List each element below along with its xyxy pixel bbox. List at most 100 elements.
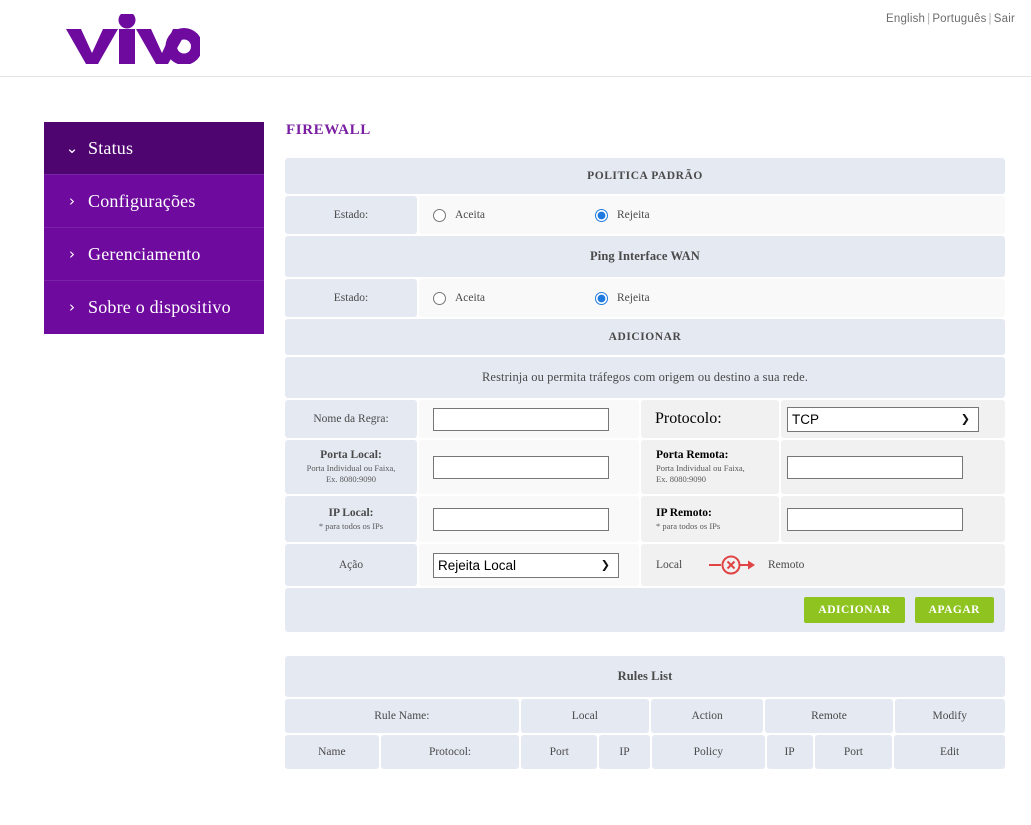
sidebar-item-label-sobre: Sobre o dispositivo [88, 297, 231, 318]
sidebar-item-gerenciamento[interactable]: › Gerenciamento [44, 228, 264, 281]
remote-ip-hint: * para todos os IPs [656, 521, 720, 532]
remote-ip-field-cell [781, 496, 1005, 542]
sidebar-item-label-gerenciamento: Gerenciamento [88, 244, 201, 265]
action-flow-illustration: Local Remoto [656, 554, 838, 576]
default-policy-row: Estado: Aceita Rejeita [285, 196, 1005, 234]
sidebar-item-configuracoes[interactable]: › Configurações [44, 175, 264, 228]
default-policy-reject-label: Rejeita [617, 209, 650, 221]
ping-wan-reject-option[interactable]: Rejeita [595, 292, 650, 305]
ping-wan-banner: Ping Interface WAN [285, 236, 1005, 277]
default-policy-banner: POLITICA PADRÃO [285, 158, 1005, 194]
rules-list-banner: Rules List [285, 656, 1005, 697]
action-field-cell: Rejeita Local ❯ [419, 544, 639, 586]
local-ip-label-cell: IP Local: * para todos os IPs [285, 496, 417, 542]
rules-col-edit: Edit [894, 735, 1005, 769]
local-port-hint-1: Porta Individual ou Faixa, [307, 463, 396, 474]
ping-wan-state-label: Estado: [285, 279, 417, 317]
rules-col-local-port: Port [521, 735, 597, 769]
rules-col-remote-port: Port [815, 735, 893, 769]
vivo-logo [64, 14, 200, 64]
rules-col-remote-ip: IP [767, 735, 813, 769]
local-port-label-cell: Porta Local: Porta Individual ou Faixa, … [285, 440, 417, 494]
delete-button[interactable]: APAGAR [915, 597, 994, 623]
local-ip-field-cell [419, 496, 639, 542]
local-remote-port-row: Porta Local: Porta Individual ou Faixa, … [285, 440, 1005, 494]
rules-list-column-header-row: Name Protocol: Port IP Policy IP Port Ed… [285, 735, 1005, 769]
remote-ip-label-cell: IP Remoto: * para todos os IPs [641, 496, 779, 542]
default-policy-accept-label: Aceita [455, 209, 485, 221]
rules-header-local: Local [521, 699, 649, 733]
rule-name-protocol-row: Nome da Regra: Protocolo: TCP ❯ [285, 400, 1005, 438]
action-label: Ação [285, 544, 417, 586]
rules-col-name: Name [285, 735, 379, 769]
remote-port-input[interactable] [787, 456, 963, 479]
rules-col-protocol: Protocol: [381, 735, 520, 769]
rules-header-rule-name: Rule Name: [285, 699, 519, 733]
local-port-field-cell [419, 440, 639, 494]
local-ip-label: IP Local: [328, 507, 373, 519]
default-policy-accept-option[interactable]: Aceita [433, 209, 485, 222]
action-row: Ação Rejeita Local ❯ Local [285, 544, 1005, 586]
chevron-down-icon: ⌄ [64, 141, 80, 156]
language-separator-2: | [987, 13, 994, 25]
add-section-description: Restrinja ou permita tráfegos com origem… [285, 357, 1005, 398]
add-button[interactable]: ADICIONAR [804, 597, 904, 623]
ping-wan-row: Estado: Aceita Rejeita [285, 279, 1005, 317]
block-arrow-icon [708, 554, 756, 576]
chevron-right-icon: › [64, 247, 80, 262]
remote-port-label-cell: Porta Remota: Porta Individual ou Faixa,… [641, 440, 779, 494]
protocol-label: Protocolo: [655, 410, 722, 428]
action-select[interactable]: Rejeita Local [433, 553, 619, 578]
local-remote-ip-row: IP Local: * para todos os IPs IP Remoto:… [285, 496, 1005, 542]
remote-port-hint-1: Porta Individual ou Faixa, [656, 463, 745, 474]
default-policy-reject-radio[interactable] [595, 209, 608, 222]
remote-port-hint-2: Ex. 8080:9090 [656, 474, 706, 485]
chevron-right-icon: › [64, 300, 80, 315]
flow-remote-label: Remoto [768, 559, 838, 571]
add-section-banner: ADICIONAR [285, 319, 1005, 355]
protocol-field-cell: TCP ❯ [781, 400, 1005, 438]
ping-wan-reject-radio[interactable] [595, 292, 608, 305]
default-policy-state-label: Estado: [285, 196, 417, 234]
rules-col-policy: Policy [652, 735, 765, 769]
rules-col-local-ip: IP [599, 735, 650, 769]
main-content: FIREWALL POLITICA PADRÃO Estado: Aceita … [285, 122, 1005, 771]
page-body: ⌄ Status › Configurações › Gerenciamento… [0, 77, 1031, 825]
ping-wan-accept-option[interactable]: Aceita [433, 292, 485, 305]
protocol-select[interactable]: TCP [787, 407, 979, 432]
ping-wan-reject-label: Rejeita [617, 292, 650, 304]
remote-ip-input[interactable] [787, 508, 963, 531]
ping-wan-accept-radio[interactable] [433, 292, 446, 305]
local-port-input[interactable] [433, 456, 609, 479]
chevron-right-icon: › [64, 194, 80, 209]
rule-name-input[interactable] [433, 408, 609, 431]
sidebar-item-status[interactable]: ⌄ Status [44, 122, 264, 175]
remote-port-label: Porta Remota: [656, 449, 728, 461]
default-policy-reject-option[interactable]: Rejeita [595, 209, 650, 222]
default-policy-accept-radio[interactable] [433, 209, 446, 222]
sidebar-item-sobre-o-dispositivo[interactable]: › Sobre o dispositivo [44, 281, 264, 334]
language-bar: English|Português|Sair [886, 13, 1015, 25]
ping-wan-accept-label: Aceita [455, 292, 485, 304]
language-english-link[interactable]: English [886, 13, 925, 25]
default-policy-options: Aceita Rejeita [419, 196, 1005, 234]
rule-name-field-cell [419, 400, 639, 438]
remote-port-field-cell [781, 440, 1005, 494]
action-flow-cell: Local Remoto [641, 544, 1005, 586]
form-button-bar: ADICIONAR APAGAR [285, 588, 1005, 632]
language-portugues-link[interactable]: Português [932, 13, 986, 25]
protocol-label-cell: Protocolo: [641, 400, 779, 438]
page-title: FIREWALL [286, 122, 1005, 139]
section-spacer [285, 634, 1005, 656]
rules-header-action: Action [651, 699, 763, 733]
page-header: English|Português|Sair [0, 0, 1031, 77]
rules-list-group-header-row: Rule Name: Local Action Remote Modify [285, 699, 1005, 733]
local-port-hint-2: Ex. 8080:9090 [326, 474, 376, 485]
local-ip-hint: * para todos os IPs [319, 521, 383, 532]
local-ip-input[interactable] [433, 508, 609, 531]
sidebar-nav: ⌄ Status › Configurações › Gerenciamento… [44, 122, 264, 334]
local-port-label: Porta Local: [320, 449, 382, 461]
rule-name-label: Nome da Regra: [285, 400, 417, 438]
rules-header-modify: Modify [895, 699, 1005, 733]
logout-link[interactable]: Sair [994, 13, 1015, 25]
